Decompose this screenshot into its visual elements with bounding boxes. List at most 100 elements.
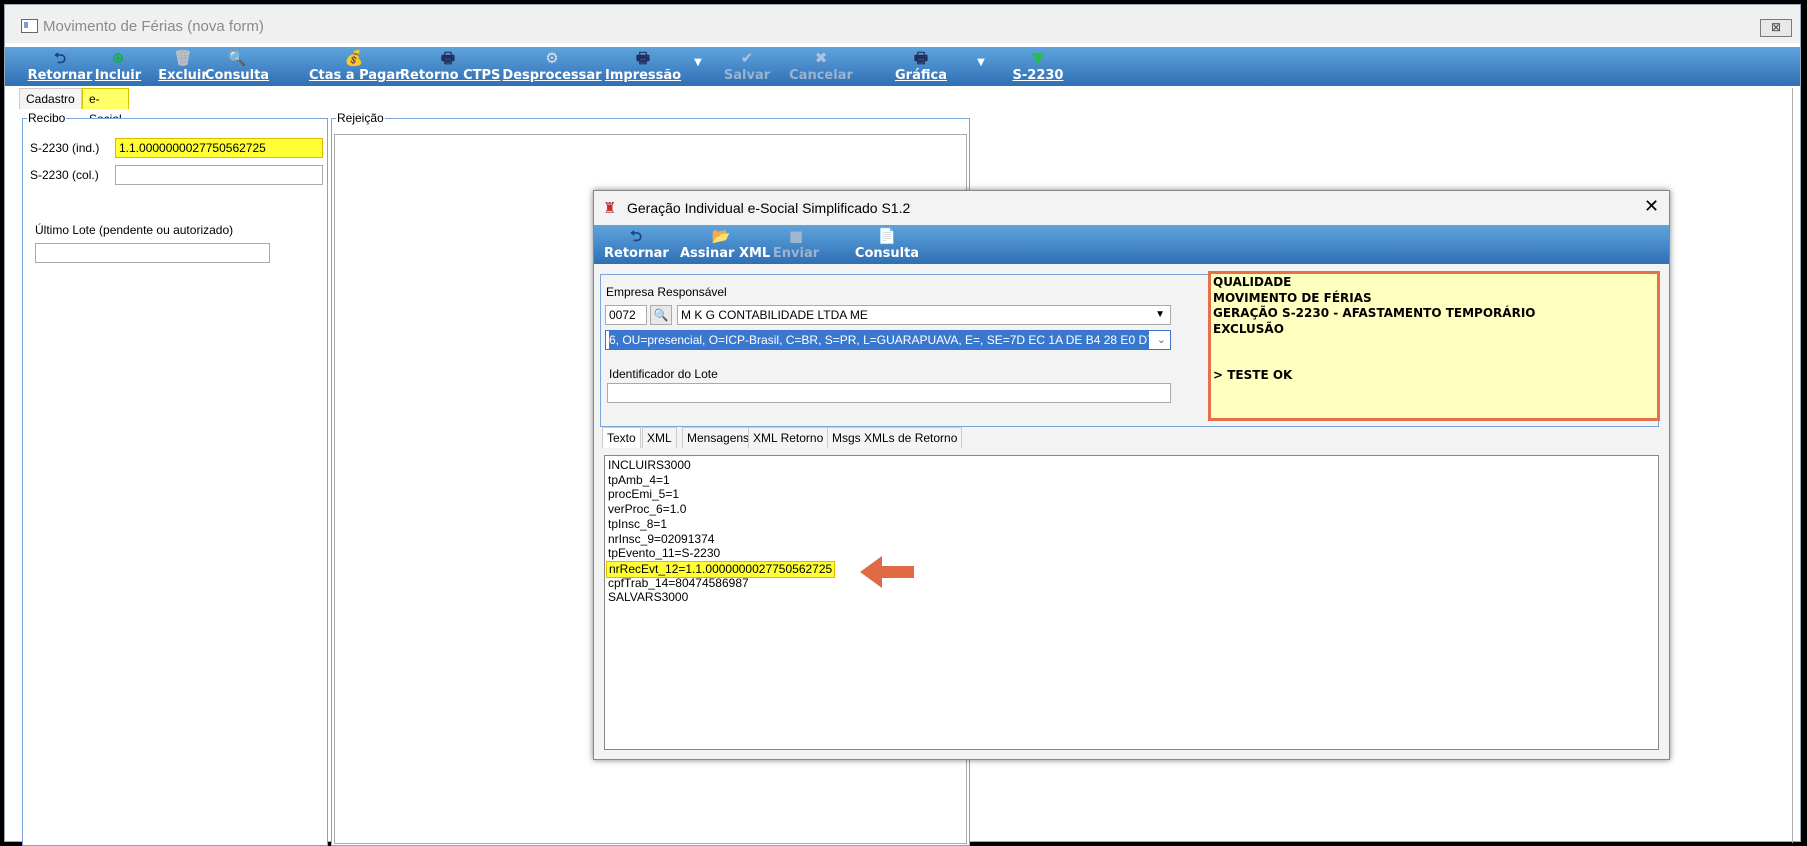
window-title: Movimento de Férias (nova form) bbox=[43, 18, 264, 35]
back-arrow-icon: ⮌ bbox=[53, 49, 66, 67]
text-line: tpInsc_8=1 bbox=[608, 516, 668, 531]
qa-note: QUALIDADE MOVIMENTO DE FÉRIAS GERAÇÃO S-22… bbox=[1208, 271, 1660, 421]
search-icon: 🔍 bbox=[653, 308, 669, 322]
toolbar-label: Retornar bbox=[604, 246, 669, 261]
empresa-legend: Empresa Responsável bbox=[605, 285, 728, 299]
tab-xml[interactable]: XML bbox=[642, 427, 677, 448]
toolbar-consulta-button[interactable]: 🔍 Consulta bbox=[204, 49, 270, 85]
toolbar-label: Ctas a Pagar bbox=[309, 68, 402, 83]
toolbar-label: Incluir bbox=[94, 68, 142, 83]
arrow-icon bbox=[860, 552, 916, 595]
dialog-toolbar: ⮌ Retornar 📂 Assinar XML ■ Enviar 📄 Consulta bbox=[594, 225, 1669, 264]
empresa-code-field[interactable]: 0072 bbox=[605, 305, 647, 325]
dropdown-arrow-icon[interactable]: ▼ bbox=[691, 57, 705, 93]
text-line: procEmi_5=1 bbox=[608, 487, 680, 502]
s2230-col-field[interactable] bbox=[115, 165, 323, 185]
gear-icon: ⚙ bbox=[545, 49, 559, 67]
toolbar-impress-o-button[interactable]: 🖶 Impressão bbox=[605, 49, 681, 85]
toolbar-s-2230-button[interactable]: ▼ S-2230 bbox=[1010, 49, 1066, 85]
tab-cadastro[interactable]: Cadastro bbox=[19, 88, 82, 109]
toolbar-cancelar-button[interactable]: ✖ Cancelar bbox=[787, 49, 855, 85]
toolbar-gr-fica-button[interactable]: 🖶 Gráfica bbox=[891, 49, 951, 85]
toolbar-incluir-button[interactable]: ⊕ Incluir bbox=[93, 49, 143, 85]
dialog-retornar-button[interactable]: ⮌ Retornar bbox=[604, 227, 669, 263]
text-line: tpAmb_4=1 bbox=[608, 472, 670, 487]
toolbar-label: Cancelar bbox=[789, 68, 853, 83]
note-line: > TESTE OK bbox=[1213, 368, 1293, 382]
printer-icon: 🖶 bbox=[635, 49, 651, 67]
x-icon: ✖ bbox=[814, 49, 828, 67]
empresa-name-select[interactable]: M K G CONTABILIDADE LTDA ME ▼ bbox=[677, 305, 1171, 325]
dialog-enviar-button[interactable]: ■ Enviar bbox=[768, 227, 824, 263]
note-line: GERAÇÃO S-2230 - AFASTAMENTO TEMPORÁRIO bbox=[1213, 306, 1536, 320]
text-line: INCLUIRS3000 bbox=[608, 458, 691, 472]
text-line: SALVARS3000 bbox=[608, 590, 689, 605]
toolbar-ctas-a-pagar-button[interactable]: 💰 Ctas a Pagar bbox=[309, 49, 402, 85]
note-line bbox=[1213, 353, 1655, 369]
certificate-value: 6, OU=presencial, O=ICP-Brasil, C=BR, S=… bbox=[609, 331, 1149, 349]
tab-mensagens[interactable]: Mensagens bbox=[682, 427, 755, 448]
chevron-down-icon: ⌄ bbox=[1156, 334, 1166, 346]
rejeicao-legend: Rejeição bbox=[336, 111, 385, 125]
note-line: MOVIMENTO DE FÉRIAS bbox=[1213, 290, 1372, 305]
toolbar-label: Enviar bbox=[772, 246, 820, 261]
s2230-col-label: S-2230 (col.) bbox=[30, 168, 99, 182]
text-line: nrInsc_9=02091374 bbox=[608, 531, 715, 546]
dialog-assinar-xml-button[interactable]: 📂 Assinar XML bbox=[680, 227, 771, 263]
toolbar-salvar-button[interactable]: ✔ Salvar bbox=[723, 49, 771, 85]
dropdown-arrow-icon[interactable]: ▼ bbox=[974, 57, 988, 93]
certificate-select[interactable]: 6, OU=presencial, O=ICP-Brasil, C=BR, S=… bbox=[605, 330, 1171, 350]
text-line: tpEvento_11=S-2230 bbox=[608, 546, 721, 561]
folder-sign-icon: 📂 bbox=[711, 227, 731, 245]
toolbar-label: Consulta bbox=[854, 246, 920, 261]
note-line: EXCLUSÃO bbox=[1213, 321, 1284, 336]
ultimo-lote-field[interactable] bbox=[35, 243, 270, 263]
texto-content[interactable]: INCLUIRS3000 tpAmb_4=1 procEmi_5=1 verProc_… bbox=[604, 455, 1659, 750]
s2230-ind-field[interactable]: 1.1.0000000027750562725 bbox=[115, 138, 323, 158]
tab-msgs-xmls-retorno[interactable]: Msgs XMLs de Retorno bbox=[827, 427, 963, 448]
search-button[interactable]: 🔍 bbox=[650, 305, 672, 325]
note-line bbox=[1213, 337, 1655, 353]
money-bag-icon: 💰 bbox=[344, 49, 364, 67]
recibo-legend: Recibo bbox=[27, 111, 67, 125]
toolbar-label: Retornar bbox=[27, 68, 93, 83]
send-icon: ■ bbox=[788, 227, 804, 245]
toolbar-desprocessar-button[interactable]: ⚙ Desprocessar bbox=[498, 49, 606, 85]
empresa-name-value: M K G CONTABILIDADE LTDA ME bbox=[681, 308, 868, 322]
trash-icon: 🗑 bbox=[173, 49, 193, 67]
lote-label: Identificador do Lote bbox=[609, 367, 718, 381]
toolbar-label: Assinar XML bbox=[680, 246, 771, 261]
chevron-down-icon: ▼ bbox=[1155, 309, 1165, 320]
close-button[interactable]: ⊠ bbox=[1760, 19, 1792, 37]
toolbar-label: Desprocessar bbox=[502, 68, 602, 83]
printer-icon: 🖶 bbox=[913, 49, 929, 67]
toolbar-label: Salvar bbox=[723, 68, 771, 83]
right-border bbox=[1792, 88, 1793, 843]
tab-texto[interactable]: Texto bbox=[602, 427, 641, 448]
recibo-group: Recibo S-2230 (ind.) 1.1.000000002775056… bbox=[22, 111, 328, 846]
toolbar-label: Excluir bbox=[158, 68, 208, 83]
toolbar-retornar-button[interactable]: ⮌ Retornar bbox=[25, 49, 95, 85]
document-search-icon: 📄 bbox=[877, 227, 897, 245]
dialog-consulta-button[interactable]: 📄 Consulta bbox=[852, 227, 922, 263]
printer-icon: 🖶 bbox=[440, 49, 456, 67]
filter-icon: ▼ bbox=[1032, 49, 1044, 67]
ultimo-lote-label: Último Lote (pendente ou autorizado) bbox=[35, 223, 234, 237]
dialog-close-button[interactable]: ✕ bbox=[1644, 196, 1659, 217]
tab-xml-retorno[interactable]: XML Retorno bbox=[748, 427, 829, 448]
title-bar: Movimento de Férias (nova form) ⊠ bbox=[5, 5, 1800, 43]
toolbar-retorno-ctps-button[interactable]: 🖶 Retorno CTPS bbox=[400, 49, 500, 85]
search-icon: 🔍 bbox=[227, 49, 247, 67]
dialog-title: Geração Individual e-Social Simplificado… bbox=[627, 200, 911, 216]
tab-esocial[interactable]: e-Social bbox=[82, 88, 129, 126]
toolbar-label: Consulta bbox=[204, 68, 270, 83]
toolbar-excluir-button[interactable]: 🗑 Excluir bbox=[155, 49, 211, 85]
s2230-ind-label: S-2230 (ind.) bbox=[30, 141, 100, 155]
main-toolbar: ⮌ Retornar ⊕ Incluir 🗑 Excluir 🔍 Consulta 💰 Ctas … bbox=[5, 47, 1800, 86]
lote-field[interactable] bbox=[607, 383, 1171, 403]
toolbar-label: S-2230 bbox=[1012, 68, 1064, 83]
note-line: QUALIDADE bbox=[1213, 275, 1292, 289]
text-line: cpfTrab_14=80474586987 bbox=[608, 575, 749, 590]
toolbar-label: Gráfica bbox=[895, 68, 947, 83]
check-icon: ✔ bbox=[740, 49, 754, 67]
